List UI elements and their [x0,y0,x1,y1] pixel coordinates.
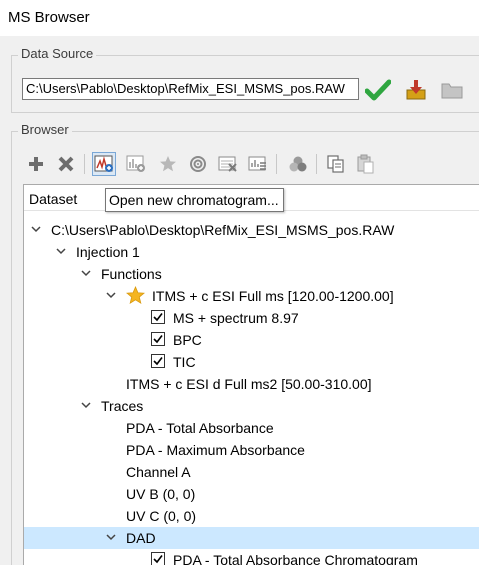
toolbar-separator [84,154,85,174]
tree-node-functions[interactable]: Functions [24,263,479,285]
chevron-down-icon[interactable] [80,267,92,279]
add-spectrum-icon [126,155,145,172]
tree-header-label: Dataset [29,191,78,207]
chevron-down-icon[interactable] [105,289,117,301]
browser-legend: Browser [18,122,72,137]
tree-node-file[interactable]: C:\Users\Pablo\Desktop\RefMix_ESI_MSMS_p… [24,219,479,241]
tree-node-trace[interactable]: Channel A [24,461,479,483]
chevron-down-icon[interactable] [105,531,117,543]
tree-node-label: Traces [101,398,144,414]
browse-folder-button[interactable] [438,76,466,104]
tree-node-bpc[interactable]: BPC [24,329,479,351]
tooltip-text: Open new chromatogram... [109,192,279,208]
group-icon [289,156,307,172]
toolbar-separator [316,154,317,174]
dataset-tree[interactable]: Dataset C:\Users\Pablo\Desktop\RefMix_ES… [23,184,479,565]
copy-button[interactable] [324,152,348,176]
import-button[interactable] [402,76,430,104]
tree-node-ms-spectrum[interactable]: MS + spectrum 8.97 [24,307,479,329]
tree-node-label: PDA - Total Absorbance Chromatogram [173,552,418,565]
checkbox[interactable] [151,552,165,565]
add-spectrum-button[interactable] [124,152,148,176]
window-title-text: MS Browser [8,9,90,26]
copy-icon [327,155,344,173]
tree-node-label: PDA - Total Absorbance [126,420,274,436]
tree-node-injection[interactable]: Injection 1 [24,241,479,263]
tree-node-function-ms2[interactable]: ITMS + c ESI d Full ms2 [50.00-310.00] [24,373,479,395]
tree-node-label: Injection 1 [76,244,140,260]
folder-icon [441,83,463,99]
data-source-group: Data Source C:\Users\Pablo\Desktop\RefMi… [11,46,479,113]
data-source-path-input[interactable]: C:\Users\Pablo\Desktop\RefMix_ESI_MSMS_p… [22,78,359,100]
remove-button[interactable] [54,152,78,176]
check-icon [153,357,163,366]
tree-node-trace[interactable]: UV C (0, 0) [24,505,479,527]
tree-node-label: TIC [173,354,196,370]
import-icon [406,80,426,100]
check-icon [153,335,163,344]
window-title: MS Browser [0,0,479,36]
checkbox[interactable] [151,354,165,368]
load-button[interactable] [364,76,392,104]
tree-node-label: DAD [126,530,156,546]
tree-node-pda-chromatogram[interactable]: PDA - Total Absorbance Chromatogram [24,549,479,565]
tree-node-trace[interactable]: PDA - Total Absorbance [24,417,479,439]
tree-node-label: MS + spectrum 8.97 [173,310,299,326]
tree-node-label: BPC [173,332,202,348]
tree-node-trace[interactable]: UV B (0, 0) [24,483,479,505]
tree-node-function-full-ms[interactable]: ITMS + c ESI Full ms [120.00-1200.00] [24,285,479,307]
open-chromatogram-button[interactable] [92,152,116,176]
star-icon [160,156,176,172]
open-chromatogram-icon [94,155,113,172]
spectrum-list-icon [248,156,266,171]
tree-node-label: Functions [101,266,162,282]
check-icon [153,555,163,564]
tree-node-label: PDA - Maximum Absorbance [126,442,305,458]
remove-icon [58,156,74,172]
add-button[interactable] [24,152,48,176]
paste-icon [357,154,374,174]
tree-node-trace[interactable]: PDA - Maximum Absorbance [24,439,479,461]
tree-node-label: UV C (0, 0) [126,508,197,524]
tree-node-label: ITMS + c ESI d Full ms2 [50.00-310.00] [126,376,372,392]
target-icon [190,156,206,172]
check-icon [153,313,163,322]
delete-table-button[interactable] [216,152,240,176]
tree-node-dad[interactable]: DAD [24,527,479,549]
checkbox[interactable] [151,332,165,346]
tree-node-label: C:\Users\Pablo\Desktop\RefMix_ESI_MSMS_p… [51,222,395,238]
delete-table-icon [218,156,237,172]
tree-node-traces[interactable]: Traces [24,395,479,417]
tree-node-label: Channel A [126,464,191,480]
toolbar-separator [276,154,277,174]
star-icon [126,286,145,305]
tree-node-label: UV B (0, 0) [126,486,196,502]
checkbox[interactable] [151,310,165,324]
add-icon [29,157,43,171]
tree-node-label: ITMS + c ESI Full ms [120.00-1200.00] [152,288,394,304]
checkmark-icon [365,79,391,101]
target-button[interactable] [186,152,210,176]
tooltip-open-chromatogram: Open new chromatogram... [105,188,284,212]
favorite-button[interactable] [156,152,180,176]
chevron-down-icon[interactable] [55,245,67,257]
spectrum-list-button[interactable] [246,152,270,176]
tree-node-tic[interactable]: TIC [24,351,479,373]
data-source-legend: Data Source [18,46,97,61]
paste-button[interactable] [354,152,378,176]
group-button[interactable] [286,152,310,176]
chevron-down-icon[interactable] [30,223,42,235]
chevron-down-icon[interactable] [80,399,92,411]
